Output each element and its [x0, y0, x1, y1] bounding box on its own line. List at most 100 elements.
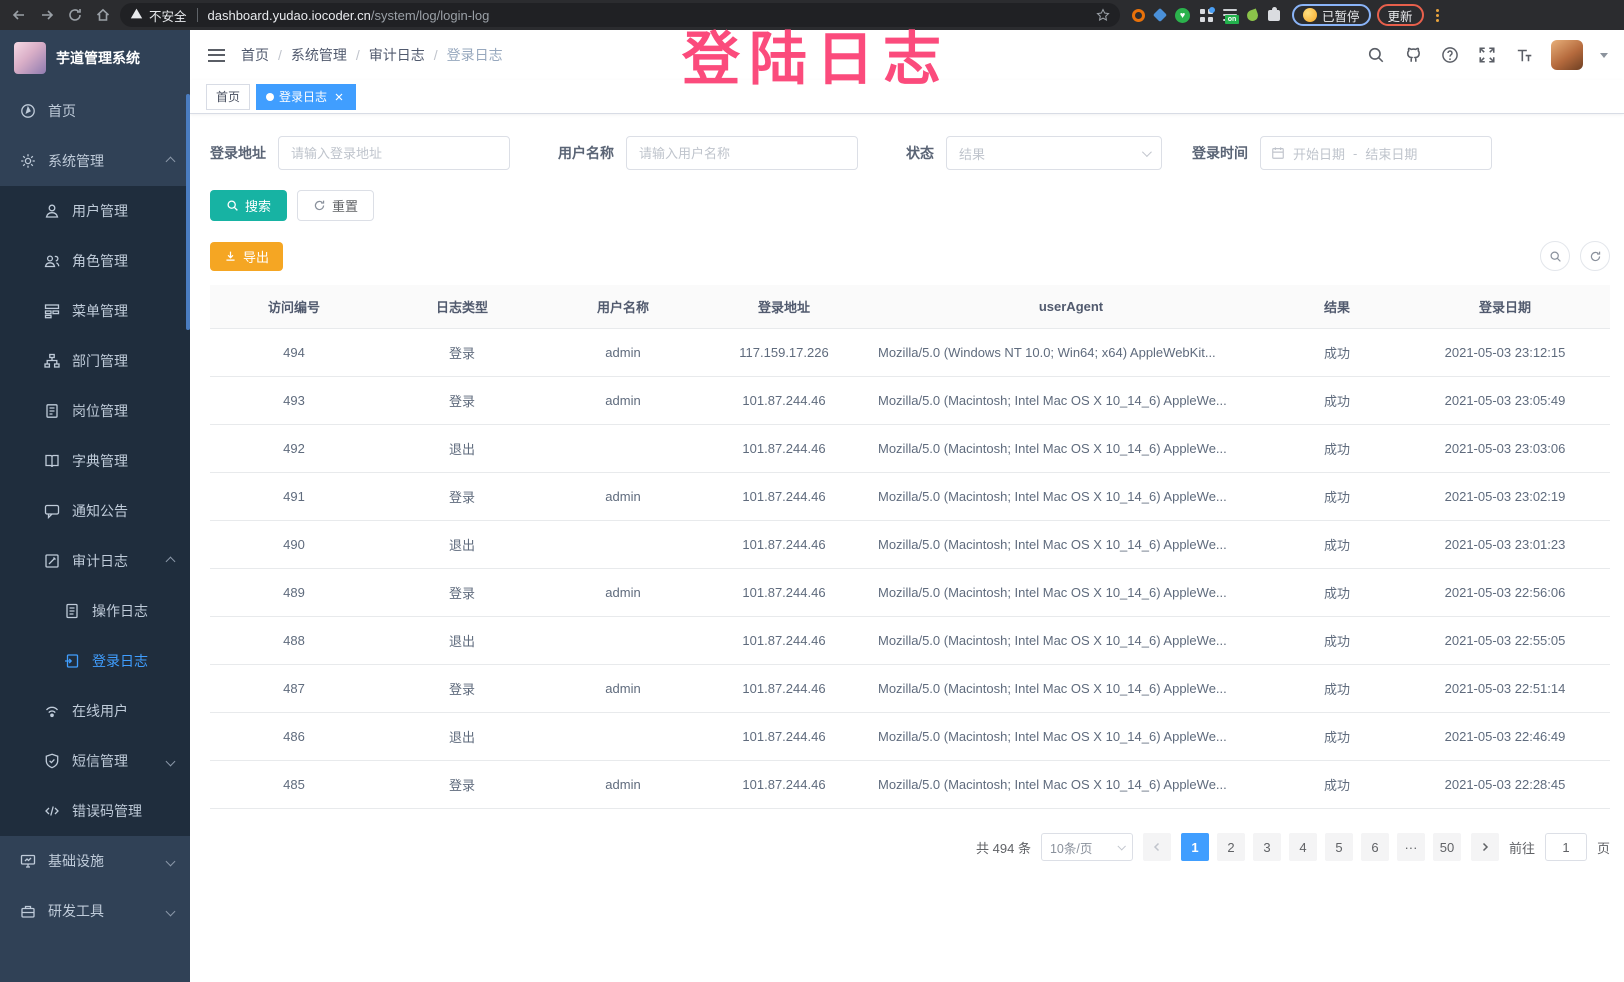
browser-home-icon[interactable]	[92, 4, 114, 26]
gear-icon	[20, 153, 36, 169]
extensions-puzzle-icon[interactable]	[1268, 10, 1280, 21]
book-icon	[44, 453, 60, 469]
extension-green-heart-icon[interactable]: ♥	[1175, 8, 1190, 23]
username-input[interactable]	[626, 136, 858, 170]
sidebar-item-posts[interactable]: 岗位管理	[0, 386, 190, 436]
page-button-50[interactable]: 50	[1433, 833, 1461, 861]
breadcrumb-home[interactable]: 首页	[241, 45, 269, 65]
date-range-picker[interactable]: 开始日期 - 结束日期	[1260, 136, 1492, 170]
sidebar-item-sms[interactable]: 短信管理	[0, 736, 190, 786]
sidebar-item-roles[interactable]: 角色管理	[0, 236, 190, 286]
page-button-1[interactable]: 1	[1181, 833, 1209, 861]
extension-orange-ring-icon[interactable]	[1132, 9, 1145, 22]
calendar-icon	[1271, 146, 1285, 160]
page-button-2[interactable]: 2	[1217, 833, 1245, 861]
login-log-table: 访问编号 日志类型 用户名称 登录地址 userAgent 结果 登录日期 49…	[210, 285, 1610, 809]
table-row: 492退出101.87.244.46Mozilla/5.0 (Macintosh…	[210, 425, 1610, 473]
browser-chrome: 不安全 dashboard.yudao.iocoder.cn/system/lo…	[0, 0, 1624, 30]
extension-grid-icon[interactable]	[1200, 9, 1213, 22]
page-size-select[interactable]: 10条/页	[1041, 833, 1133, 861]
sidebar-item-online-users[interactable]: 在线用户	[0, 686, 190, 736]
page-button-5[interactable]: 5	[1325, 833, 1353, 861]
sidebar-item-operation-log[interactable]: 操作日志	[0, 586, 190, 636]
search-icon	[1549, 250, 1562, 263]
paused-label: 已暂停	[1322, 6, 1360, 25]
table-row: 486退出101.87.244.46Mozilla/5.0 (Macintosh…	[210, 713, 1610, 761]
next-page-button[interactable]	[1471, 833, 1499, 861]
shield-check-icon	[44, 753, 60, 769]
table-row: 488退出101.87.244.46Mozilla/5.0 (Macintosh…	[210, 617, 1610, 665]
sidebar-item-departments[interactable]: 部门管理	[0, 336, 190, 386]
browser-update-button[interactable]: 更新	[1377, 4, 1424, 26]
download-icon	[224, 250, 237, 263]
breadcrumb-login-log: 登录日志	[447, 45, 503, 65]
sidebar-item-infrastructure[interactable]: 基础设施	[0, 836, 190, 886]
extension-tabs-on-icon[interactable]: on	[1223, 9, 1237, 21]
url-bar[interactable]: 不安全 dashboard.yudao.iocoder.cn/system/lo…	[120, 3, 1120, 27]
browser-back-icon[interactable]	[8, 4, 30, 26]
fullscreen-icon[interactable]	[1477, 45, 1497, 65]
reset-button[interactable]: 重置	[297, 190, 374, 221]
sidebar-item-system[interactable]: 系统管理	[0, 136, 190, 186]
edit-square-icon	[44, 553, 60, 569]
search-icon[interactable]	[1366, 45, 1386, 65]
message-icon	[44, 503, 60, 519]
sidebar-item-login-log[interactable]: 登录日志	[0, 636, 190, 686]
app-title: 芋道管理系统	[56, 48, 140, 68]
page-button-3[interactable]: 3	[1253, 833, 1281, 861]
refresh-table-button[interactable]	[1580, 241, 1610, 271]
monitor-icon	[20, 853, 36, 869]
emoji-face-icon	[1303, 8, 1317, 22]
sidebar-item-menus[interactable]: 菜单管理	[0, 286, 190, 336]
sidebar-item-home[interactable]: 首页	[0, 86, 190, 136]
screen: 不安全 dashboard.yudao.iocoder.cn/system/lo…	[0, 0, 1624, 982]
table-row: 494登录admin117.159.17.226Mozilla/5.0 (Win…	[210, 329, 1610, 377]
sidebar-scrollbar[interactable]	[186, 94, 190, 330]
export-button[interactable]: 导出	[210, 242, 283, 271]
browser-forward-icon[interactable]	[36, 4, 58, 26]
more-pages-button[interactable]: ···	[1397, 833, 1425, 861]
bookmark-star-icon[interactable]	[1096, 8, 1110, 22]
hamburger-icon[interactable]	[206, 45, 227, 66]
chevron-down-icon	[166, 856, 176, 866]
page-button-6[interactable]: 6	[1361, 833, 1389, 861]
user-avatar[interactable]	[1551, 40, 1583, 70]
help-icon[interactable]	[1440, 45, 1460, 65]
extension-blue-gem-icon[interactable]	[1153, 8, 1167, 22]
browser-menu-icon[interactable]	[1430, 9, 1445, 22]
col-login-address: 登录地址	[700, 285, 868, 329]
table-row: 493登录admin101.87.244.46Mozilla/5.0 (Maci…	[210, 377, 1610, 425]
toggle-search-button[interactable]	[1540, 241, 1570, 271]
browser-reload-icon[interactable]	[64, 4, 86, 26]
start-date-placeholder: 开始日期	[1293, 144, 1345, 163]
sidebar-item-error-codes[interactable]: 错误码管理	[0, 786, 190, 836]
navbar: 首页/ 系统管理/ 审计日志/ 登录日志	[190, 30, 1624, 80]
security-label[interactable]: 不安全	[149, 6, 187, 25]
goto-page-input[interactable]	[1545, 833, 1587, 861]
tag-home[interactable]: 首页	[206, 84, 250, 110]
sidebar-item-notices[interactable]: 通知公告	[0, 486, 190, 536]
paused-extension-badge[interactable]: 已暂停	[1292, 4, 1371, 26]
sidebar-item-users[interactable]: 用户管理	[0, 186, 190, 236]
status-select[interactable]: 结果	[946, 136, 1162, 170]
breadcrumb-system[interactable]: 系统管理	[291, 45, 347, 65]
page-button-4[interactable]: 4	[1289, 833, 1317, 861]
table-row: 489登录admin101.87.244.46Mozilla/5.0 (Maci…	[210, 569, 1610, 617]
extension-leaf-icon[interactable]	[1245, 8, 1259, 22]
sidebar-item-audit-log[interactable]: 审计日志	[0, 536, 190, 586]
breadcrumb-audit[interactable]: 审计日志	[369, 45, 425, 65]
tag-login-log[interactable]: 登录日志	[256, 84, 356, 110]
logo-image	[14, 42, 46, 74]
main-area: 首页/ 系统管理/ 审计日志/ 登录日志 首页	[190, 30, 1624, 982]
close-tag-icon[interactable]	[332, 90, 346, 104]
app-logo[interactable]: 芋道管理系统	[0, 30, 190, 86]
search-button[interactable]: 搜索	[210, 190, 287, 221]
font-size-icon[interactable]	[1514, 45, 1534, 65]
avatar-caret-icon[interactable]	[1600, 53, 1608, 58]
sidebar-item-dev-tools[interactable]: 研发工具	[0, 886, 190, 936]
login-address-input[interactable]	[278, 136, 510, 170]
navbar-actions	[1366, 40, 1608, 70]
github-icon[interactable]	[1403, 45, 1423, 65]
sidebar-item-dict[interactable]: 字典管理	[0, 436, 190, 486]
prev-page-button[interactable]	[1143, 833, 1171, 861]
